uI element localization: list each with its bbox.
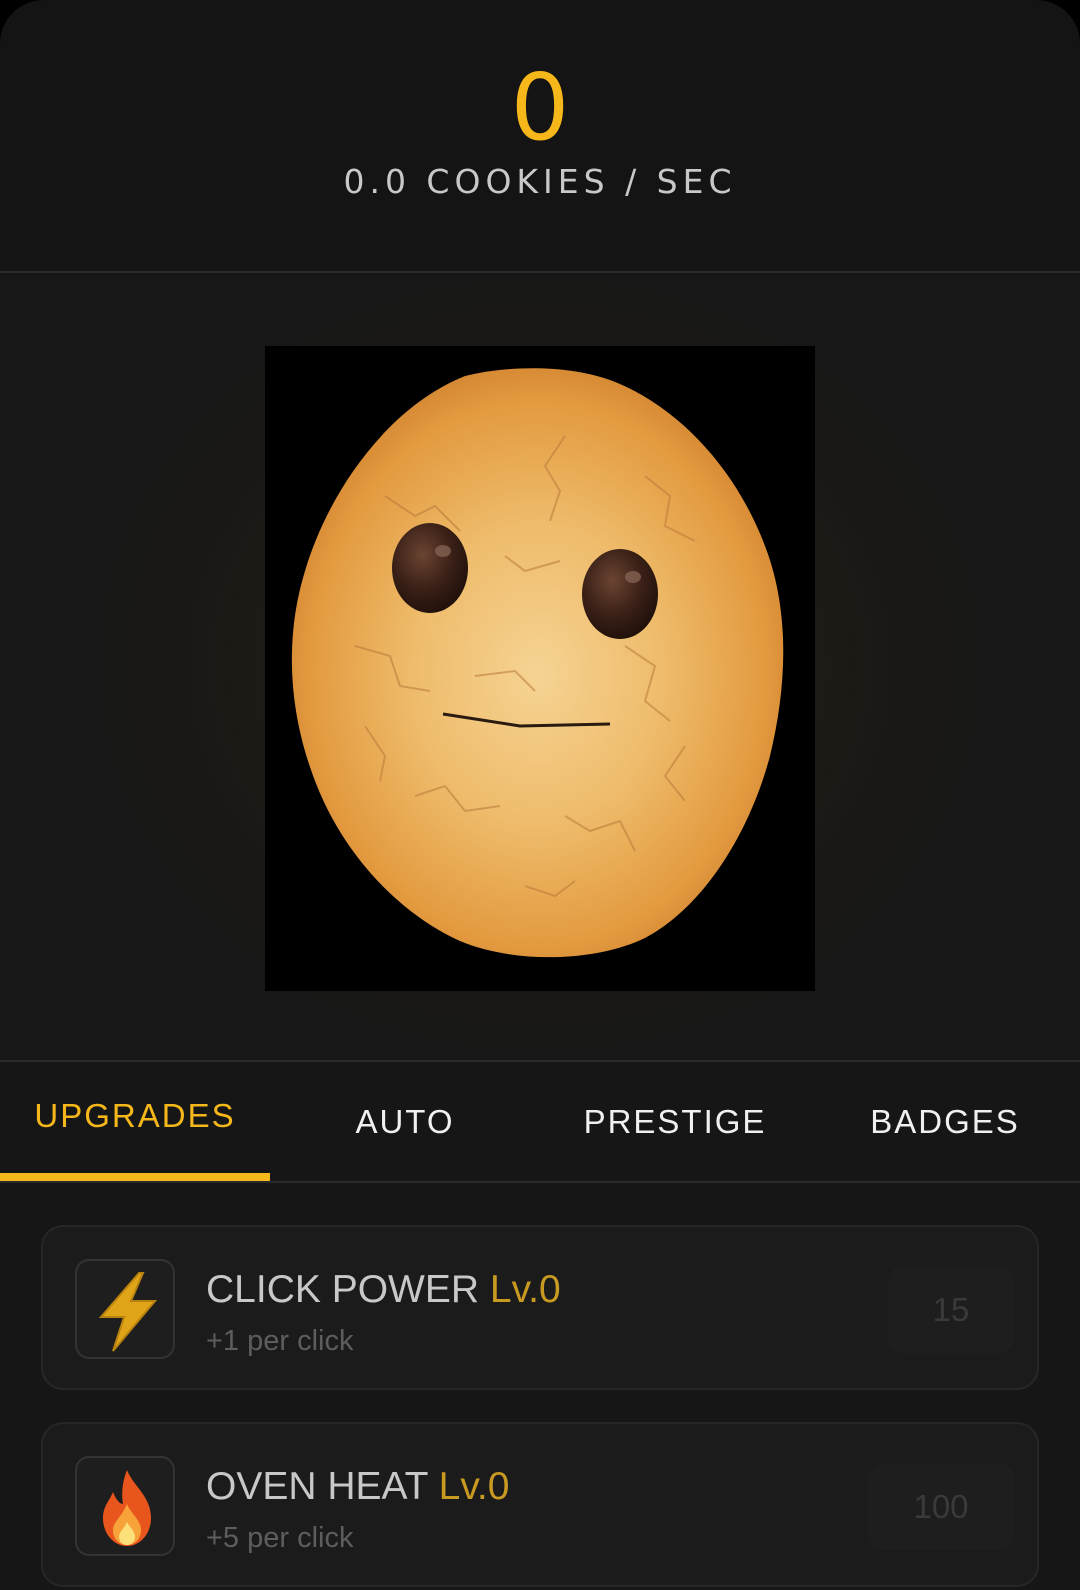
upgrade-price: 100 xyxy=(913,1488,969,1525)
score-header: 0 0.0 COOKIES / SEC xyxy=(0,0,1080,273)
upgrade-title: CLICK POWER Lv.0 xyxy=(206,1267,561,1313)
cookies-per-second: 0.0 COOKIES / SEC xyxy=(343,162,737,201)
upgrade-description: +1 per click xyxy=(206,1325,354,1357)
tab-badges[interactable]: BADGES xyxy=(810,1063,1080,1181)
upgrade-card-click-power[interactable]: CLICK POWER Lv.0 +1 per click 15 xyxy=(41,1225,1039,1390)
tab-prestige-label: PRESTIGE xyxy=(583,1103,767,1140)
cookie-count: 0 xyxy=(510,54,570,161)
lightning-icon xyxy=(75,1259,175,1359)
upgrade-description: +5 per click xyxy=(206,1522,354,1554)
cookie-face-image xyxy=(291,368,784,958)
upgrade-price: 15 xyxy=(932,1291,970,1328)
upgrade-level: Lv.0 xyxy=(489,1268,561,1311)
flame-icon xyxy=(75,1456,175,1556)
upgrade-name: OVEN HEAT xyxy=(206,1465,428,1508)
upgrade-level: Lv.0 xyxy=(438,1465,510,1508)
active-tab-indicator xyxy=(0,1173,270,1181)
buy-oven-heat-button[interactable]: 100 xyxy=(868,1464,1014,1550)
cookie-button[interactable] xyxy=(265,346,815,991)
tab-upgrades-label: UPGRADES xyxy=(34,1097,236,1134)
cookie-stage xyxy=(0,275,1080,1062)
upgrade-title: OVEN HEAT Lv.0 xyxy=(206,1464,509,1510)
tab-auto-label: AUTO xyxy=(355,1103,455,1140)
tab-upgrades[interactable]: UPGRADES xyxy=(0,1063,270,1181)
upgrade-card-oven-heat[interactable]: OVEN HEAT Lv.0 +5 per click 100 xyxy=(41,1422,1039,1587)
tab-badges-label: BADGES xyxy=(870,1103,1020,1140)
tab-auto[interactable]: AUTO xyxy=(270,1063,540,1181)
app-window: 0 0.0 COOKIES / SEC UPGRADES AUTO PRESTI… xyxy=(0,0,1080,1590)
tab-prestige[interactable]: PRESTIGE xyxy=(540,1063,810,1181)
tab-bar: UPGRADES AUTO PRESTIGE BADGES xyxy=(0,1063,1080,1183)
buy-click-power-button[interactable]: 15 xyxy=(888,1267,1014,1353)
upgrade-name: CLICK POWER xyxy=(206,1268,480,1311)
